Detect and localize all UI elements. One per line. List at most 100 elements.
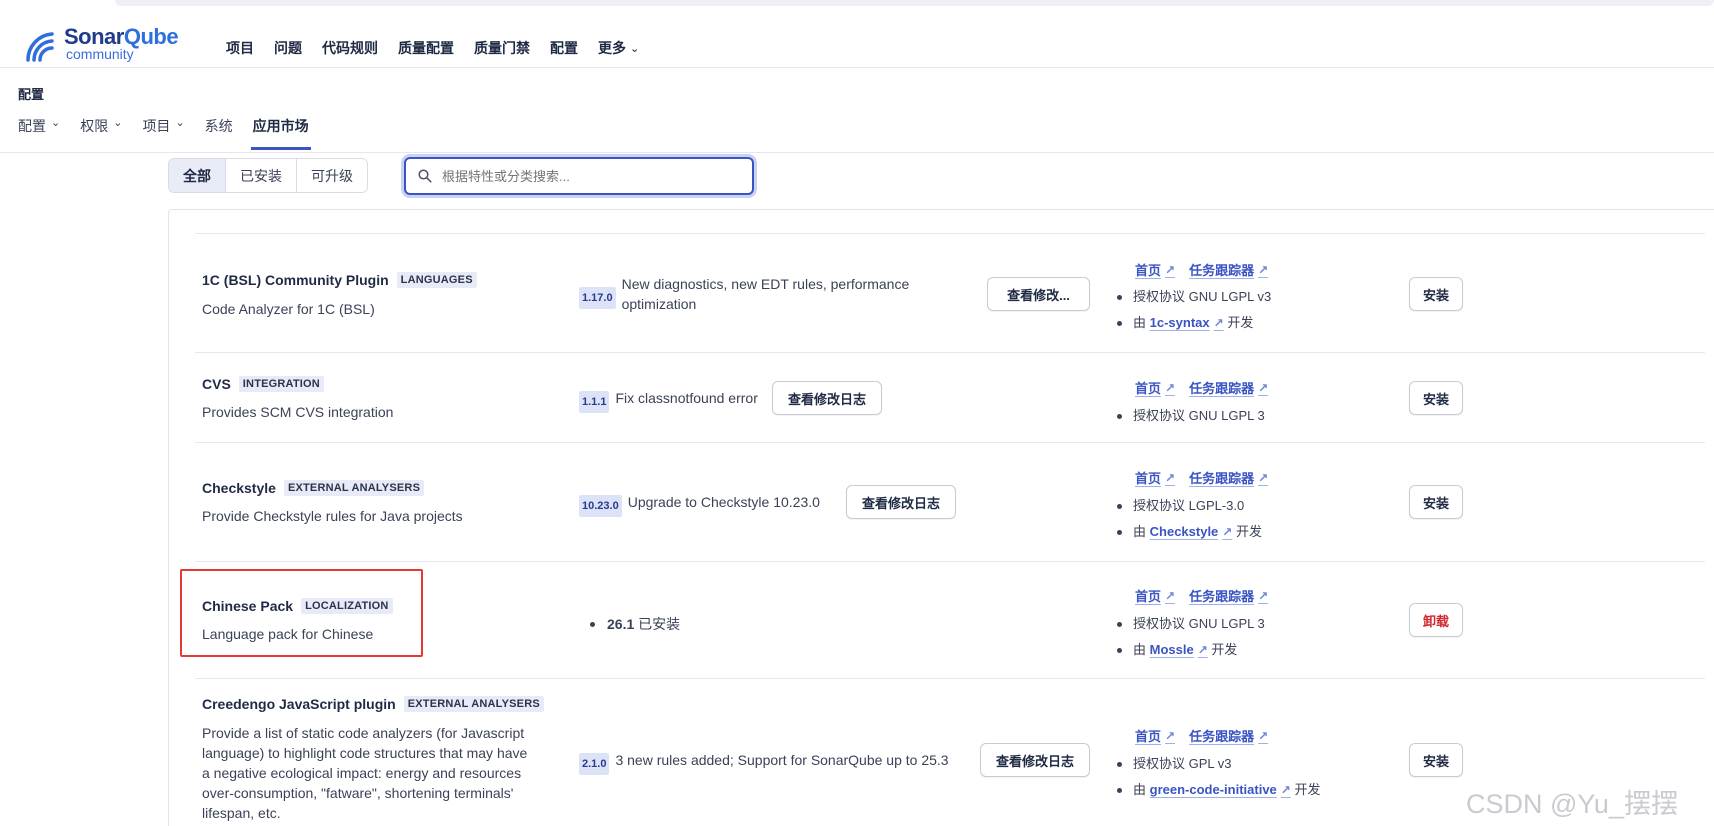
plugin-filter: 全部 已安装 可升级 <box>168 158 368 193</box>
filter-updates[interactable]: 可升级 <box>297 159 367 192</box>
homepage-link[interactable]: 首页 ↗ <box>1135 586 1175 605</box>
external-link-icon: ↗ <box>1197 643 1208 657</box>
nav-quality-gates[interactable]: 质量门禁 <box>474 38 530 58</box>
plugin-links: 首页 ↗ 任务跟踪器 ↗ <box>1135 586 1268 605</box>
developer-link[interactable]: Mossle ↗ <box>1150 637 1208 663</box>
issue-tracker-link[interactable]: 任务跟踪器 ↗ <box>1189 260 1268 279</box>
installed-version: 26.1 已安装 <box>590 614 680 634</box>
issue-tracker-link[interactable]: 任务跟踪器 ↗ <box>1189 586 1268 605</box>
category-badge: INTEGRATION <box>238 376 324 392</box>
plugin-description: Provides SCM CVS integration <box>202 404 394 420</box>
plugin-links: 首页 ↗ 任务跟踪器 ↗ <box>1135 260 1268 279</box>
global-navbar: SonarQube community 项目 问题 代码规则 质量配置 质量门禁… <box>0 10 1714 68</box>
nav-issues[interactable]: 问题 <box>274 38 302 58</box>
nav-quality-profiles[interactable]: 质量配置 <box>398 38 454 58</box>
issue-tracker-link[interactable]: 任务跟踪器 ↗ <box>1189 378 1268 397</box>
version-note: New diagnostics, new EDT rules, performa… <box>621 276 910 312</box>
logo-edition: community <box>66 46 134 62</box>
installed-version-number: 26.1 <box>607 616 635 632</box>
plugin-name: 1C (BSL) Community Plugin LANGUAGES <box>202 272 477 288</box>
tab-system[interactable]: 系统 <box>205 116 233 150</box>
page-title: 配置 <box>18 87 45 102</box>
chevron-down-icon: ⌄ <box>630 42 640 55</box>
nav-rules[interactable]: 代码规则 <box>322 38 378 58</box>
tab-projects[interactable]: 项目 ⌄ <box>142 116 184 150</box>
plugin-meta: 授权协议 LGPL-3.0 由 Checkstyle ↗ 开发 <box>1115 493 1262 545</box>
category-badge: EXTERNAL ANALYSERS <box>283 480 425 496</box>
row-divider <box>195 352 1705 353</box>
homepage-link[interactable]: 首页 ↗ <box>1135 378 1175 397</box>
tab-label: 系统 <box>204 118 233 134</box>
plugin-links: 首页 ↗ 任务跟踪器 ↗ <box>1135 468 1268 487</box>
issue-tracker-link[interactable]: 任务跟踪器 ↗ <box>1189 468 1268 487</box>
plugin-name: CVS INTEGRATION <box>202 376 324 392</box>
category-badge: EXTERNAL ANALYSERS <box>403 696 544 712</box>
homepage-link[interactable]: 首页 ↗ <box>1135 726 1175 745</box>
changelog-button[interactable]: 查看修改日志 <box>772 381 882 415</box>
nav-administration[interactable]: 配置 <box>550 38 578 58</box>
plugin-links: 首页 ↗ 任务跟踪器 ↗ <box>1135 726 1268 745</box>
filter-all[interactable]: 全部 <box>169 159 226 192</box>
external-link-icon: ↗ <box>1165 728 1176 743</box>
changelog-button[interactable]: 查看修改... <box>987 277 1090 311</box>
license-text: 授权协议 LGPL-3.0 <box>1133 498 1245 513</box>
address-bar-edge <box>115 0 1714 6</box>
plugin-meta: 授权协议 GNU LGPL v3 由 1c-syntax ↗ 开发 <box>1115 284 1271 336</box>
tab-configuration[interactable]: 配置 ⌄ <box>18 116 60 150</box>
annotation-highlight-box <box>180 569 423 657</box>
nav-projects[interactable]: 项目 <box>226 38 254 58</box>
plugin-search[interactable] <box>404 157 754 195</box>
homepage-link[interactable]: 首页 ↗ <box>1135 468 1175 487</box>
external-link-icon: ↗ <box>1258 728 1269 743</box>
plugin-description: Provide a list of static code analyzers … <box>202 725 528 821</box>
install-button[interactable]: 安装 <box>1409 743 1463 777</box>
external-link-icon: ↗ <box>1258 470 1269 485</box>
version-note: Upgrade to Checkstyle 10.23.0 <box>627 494 820 510</box>
tab-security[interactable]: 权限 ⌄ <box>80 116 122 150</box>
external-link-icon: ↗ <box>1165 380 1176 395</box>
license-text: 授权协议 GPL v3 <box>1133 756 1232 771</box>
search-input[interactable] <box>442 168 722 184</box>
install-button[interactable]: 安装 <box>1409 381 1463 415</box>
external-link-icon: ↗ <box>1165 588 1176 603</box>
plugin-description: Provide Checkstyle rules for Java projec… <box>202 508 463 524</box>
external-link-icon: ↗ <box>1213 316 1224 330</box>
external-link-icon: ↗ <box>1165 470 1176 485</box>
developer-link[interactable]: 1c-syntax ↗ <box>1150 310 1224 336</box>
homepage-link[interactable]: 首页 ↗ <box>1135 260 1175 279</box>
uninstall-button[interactable]: 卸载 <box>1409 603 1463 637</box>
external-link-icon: ↗ <box>1258 380 1269 395</box>
row-divider <box>195 561 1705 562</box>
plugin-name: Creedengo JavaScript plugin EXTERNAL ANAL… <box>202 696 544 712</box>
version-info: 1.1.1 Fix classnotfound error <box>579 388 758 413</box>
plugin-links: 首页 ↗ 任务跟踪器 ↗ <box>1135 378 1268 397</box>
license-text: 授权协议 GNU LGPL v3 <box>1133 289 1272 304</box>
nav-more[interactable]: 更多 ⌄ <box>598 38 639 58</box>
external-link-icon: ↗ <box>1165 262 1176 277</box>
installed-label: 已安装 <box>638 616 681 632</box>
version-info: 1.17.0 New diagnostics, new EDT rules, pe… <box>579 274 969 314</box>
version-badge: 1.17.0 <box>579 287 616 309</box>
sonarqube-logo[interactable]: SonarQube community <box>22 24 192 64</box>
changelog-button[interactable]: 查看修改日志 <box>980 743 1090 777</box>
external-link-icon: ↗ <box>1280 783 1291 797</box>
external-link-icon: ↗ <box>1258 262 1269 277</box>
version-badge: 2.1.0 <box>579 753 610 775</box>
admin-subnav: 配置 ⌄ 权限 ⌄ 项目 ⌄ 系统 应用市场 <box>18 116 329 150</box>
external-link-icon: ↗ <box>1258 588 1269 603</box>
category-badge: LANGUAGES <box>396 272 477 288</box>
install-button[interactable]: 安装 <box>1409 485 1463 519</box>
developer-link[interactable]: green-code-initiative ↗ <box>1150 777 1291 803</box>
tab-label: 配置 <box>18 118 46 134</box>
row-divider <box>195 678 1705 679</box>
filter-installed[interactable]: 已安装 <box>226 159 297 192</box>
changelog-button[interactable]: 查看修改日志 <box>846 485 956 519</box>
search-icon <box>418 169 432 183</box>
install-button[interactable]: 安装 <box>1409 277 1463 311</box>
plugin-meta: 授权协议 GNU LGPL 3 <box>1115 403 1265 429</box>
developer-link[interactable]: Checkstyle ↗ <box>1150 519 1233 545</box>
version-info: 10.23.0 Upgrade to Checkstyle 10.23.0 <box>579 492 820 517</box>
tab-marketplace[interactable]: 应用市场 <box>250 116 311 150</box>
issue-tracker-link[interactable]: 任务跟踪器 ↗ <box>1189 726 1268 745</box>
sonar-waves-icon <box>26 32 54 62</box>
